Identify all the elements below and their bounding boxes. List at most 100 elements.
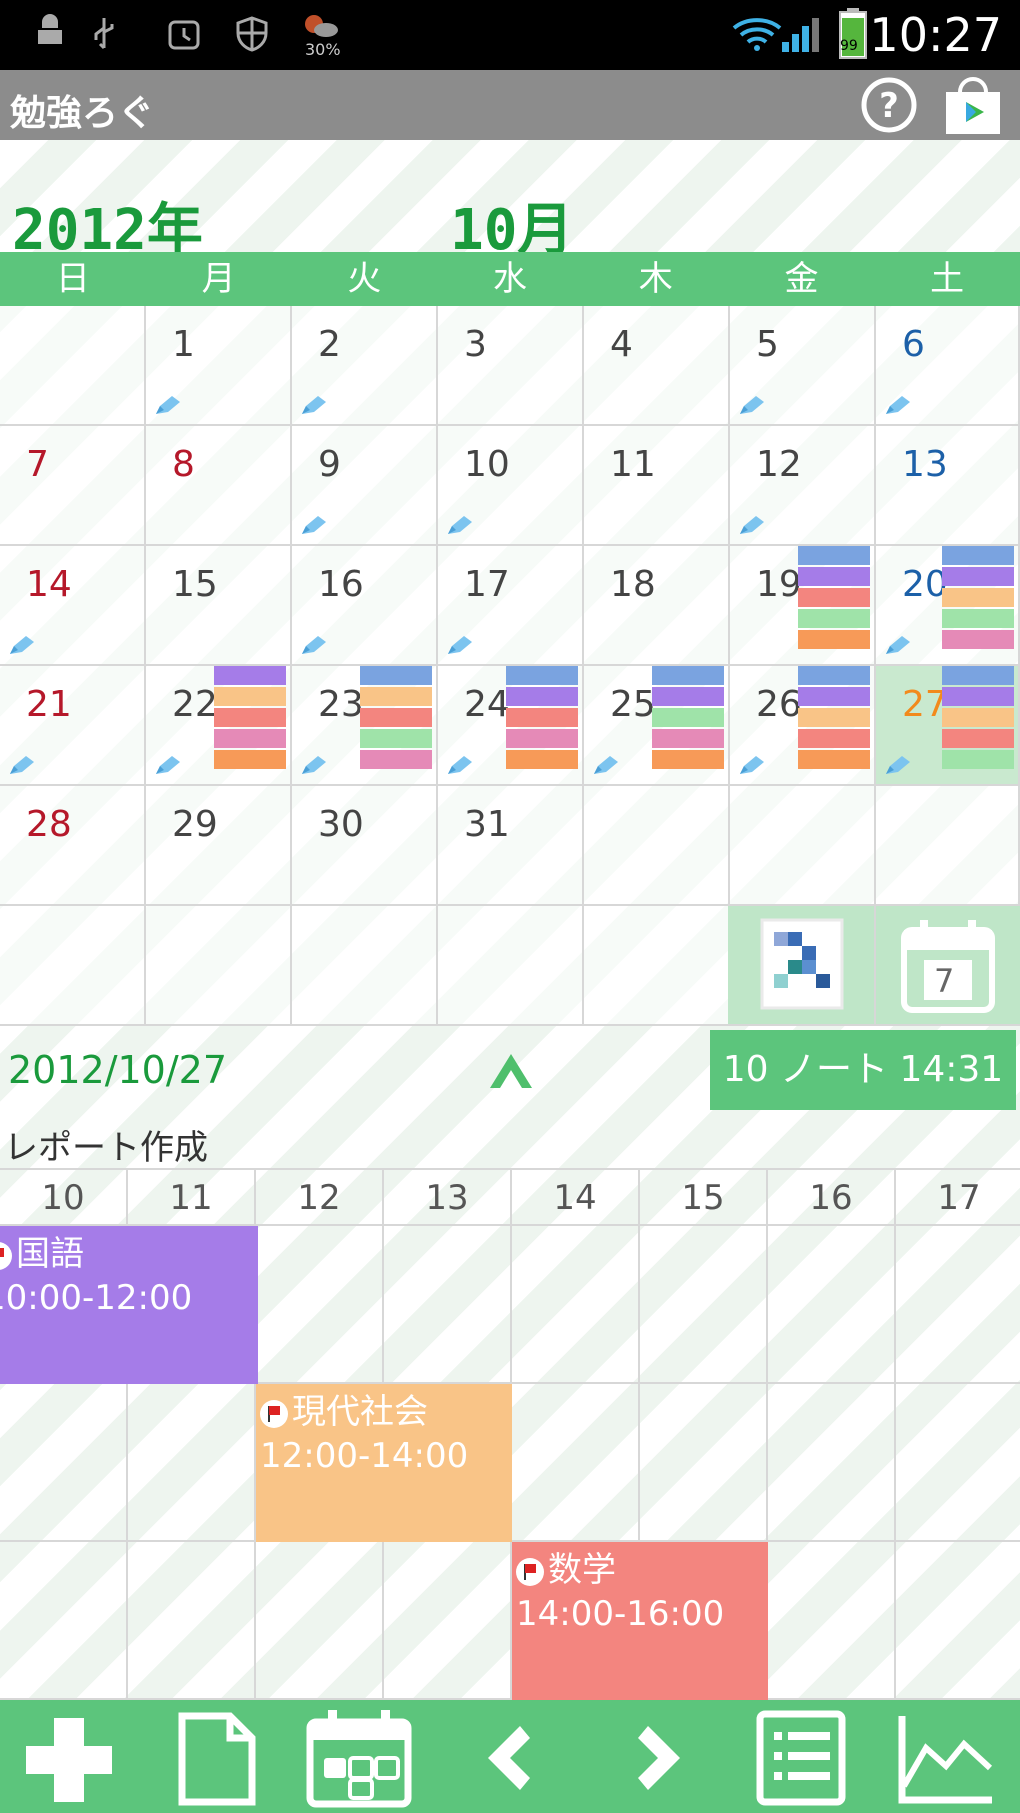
day-cell[interactable]: 1 [146, 306, 292, 426]
day-number: 5 [756, 324, 779, 365]
note-summary-button[interactable]: 10 ノート 14:31 [710, 1030, 1016, 1110]
bottom-toolbar [0, 1700, 1020, 1813]
play-store-icon[interactable] [938, 74, 1008, 136]
day-number: 1 [172, 324, 195, 365]
study-bars [506, 666, 578, 771]
study-bar [506, 750, 578, 769]
day-cell[interactable]: 10 [438, 426, 584, 546]
flag-icon [260, 1399, 288, 1428]
pencil-icon [448, 636, 472, 654]
day-cell[interactable]: 6 [876, 306, 1020, 426]
note-icon[interactable] [160, 1708, 270, 1808]
day-number: 2 [318, 324, 341, 365]
day-cell[interactable]: 8 [146, 426, 292, 546]
day-cell[interactable]: 25 [584, 666, 730, 786]
pencil-icon [302, 756, 326, 774]
day-cell[interactable]: 28 [0, 786, 146, 906]
event-subject: 現代社会 [260, 1390, 512, 1434]
hour-label: 14 [512, 1170, 640, 1226]
study-bar [506, 666, 578, 685]
week-view-button[interactable]: 7 [876, 906, 1020, 1024]
day-cell[interactable]: 5 [730, 306, 876, 426]
study-bars [798, 546, 870, 651]
hour-label: 11 [128, 1170, 256, 1226]
weekday-tue: 火 [347, 259, 382, 299]
study-bar [798, 567, 870, 586]
day-cell[interactable]: 11 [584, 426, 730, 546]
study-bar [798, 687, 870, 706]
svg-text:?: ? [879, 86, 899, 126]
pencil-icon [740, 756, 764, 774]
chart-icon[interactable] [890, 1708, 1000, 1808]
shield-icon [236, 16, 268, 52]
pencil-icon [594, 756, 618, 774]
study-bar [942, 687, 1014, 706]
day-number: 17 [464, 564, 510, 605]
study-bar [942, 729, 1014, 748]
day-cell[interactable]: 24 [438, 666, 584, 786]
day-cell[interactable]: 14 [0, 546, 146, 666]
day-cell[interactable]: 21 [0, 666, 146, 786]
prev-icon[interactable] [458, 1708, 568, 1808]
pixel-view-button[interactable] [728, 906, 874, 1024]
plus-icon[interactable] [14, 1708, 124, 1808]
day-number: 10 [464, 444, 510, 485]
day-cell[interactable]: 20 [876, 546, 1020, 666]
memo-text: レポート作成 [4, 1128, 208, 1168]
schedule-event[interactable]: 数学 14:00-16:00 [512, 1542, 768, 1700]
next-icon[interactable] [600, 1708, 710, 1808]
study-bar [798, 666, 870, 685]
expand-up-icon[interactable] [486, 1048, 536, 1092]
pencil-icon [740, 516, 764, 534]
day-cell[interactable]: 23 [292, 666, 438, 786]
day-cell[interactable]: 30 [292, 786, 438, 906]
day-cell[interactable]: 29 [146, 786, 292, 906]
day-cell[interactable]: 7 [0, 426, 146, 546]
day-cell[interactable]: 12 [730, 426, 876, 546]
empty-cell [584, 906, 730, 1026]
day-number: 3 [464, 324, 487, 365]
wifi-icon [732, 18, 782, 51]
study-bar [798, 609, 870, 628]
day-number: 18 [610, 564, 656, 605]
day-number: 23 [318, 684, 364, 725]
day-cell[interactable]: 22 [146, 666, 292, 786]
hour-label: 16 [768, 1170, 896, 1226]
study-bars [652, 666, 724, 771]
day-cell[interactable]: 2 [292, 306, 438, 426]
study-bar [360, 708, 432, 727]
study-bar [942, 666, 1014, 685]
day-cell[interactable]: 26 [730, 666, 876, 786]
event-subject: 国語 [0, 1232, 258, 1276]
day-number: 20 [902, 564, 948, 605]
list-icon[interactable] [746, 1708, 856, 1808]
schedule-event[interactable]: 現代社会 12:00-14:00 [256, 1384, 512, 1542]
help-icon[interactable]: ? [855, 76, 923, 134]
study-bar [360, 729, 432, 748]
schedule-event[interactable]: 国語 10:00-12:00 [0, 1226, 258, 1384]
calendar-icon[interactable] [304, 1708, 414, 1808]
day-cell[interactable]: 17 [438, 546, 584, 666]
study-bar [798, 588, 870, 607]
empty-cell [0, 906, 146, 1026]
day-cell[interactable]: 15 [146, 546, 292, 666]
day-cell[interactable]: 31 [438, 786, 584, 906]
day-cell[interactable]: 9 [292, 426, 438, 546]
pencil-icon [302, 396, 326, 414]
study-bar [360, 687, 432, 706]
day-cell[interactable]: 16 [292, 546, 438, 666]
study-bar [214, 708, 286, 727]
study-bar [798, 729, 870, 748]
day-cell[interactable]: 3 [438, 306, 584, 426]
day-cell[interactable]: 13 [876, 426, 1020, 546]
study-bars [360, 666, 432, 771]
study-bar [652, 687, 724, 706]
day-cell[interactable]: 19 [730, 546, 876, 666]
day-cell[interactable]: 27 [876, 666, 1020, 786]
hour-label: 10 [0, 1170, 128, 1226]
day-cell[interactable]: 4 [584, 306, 730, 426]
empty-cell [146, 906, 292, 1026]
day-cell[interactable]: 18 [584, 546, 730, 666]
hour-label: 12 [256, 1170, 384, 1226]
weekday-mon: 月 [201, 259, 236, 299]
